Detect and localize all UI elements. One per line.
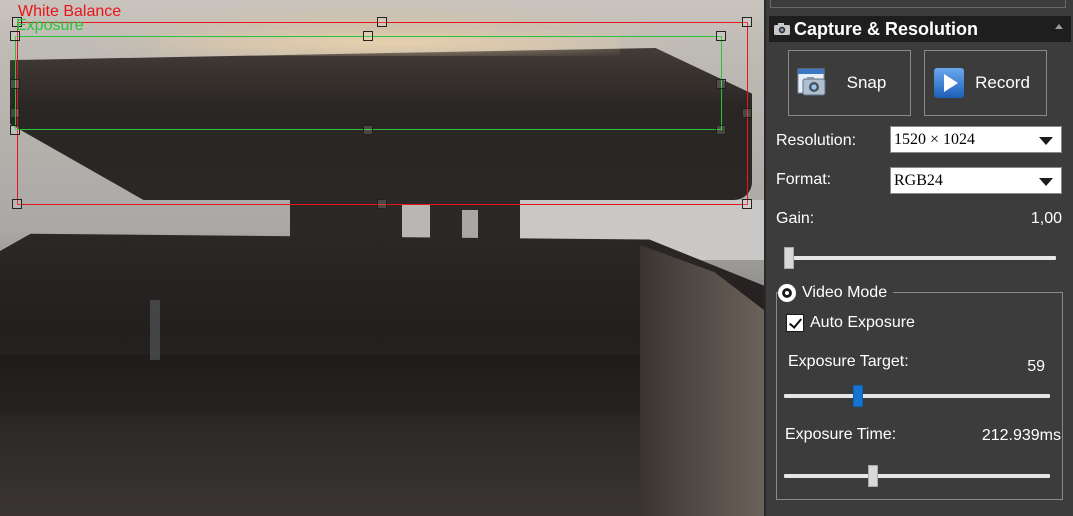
resolution-value: 1520 × 1024 [894, 130, 976, 148]
auto-exposure-option[interactable]: Auto Exposure [786, 312, 915, 334]
object-top-block [10, 48, 752, 200]
exposure-time-slider-thumb[interactable] [868, 465, 879, 487]
roi-resize-handle[interactable] [12, 199, 22, 209]
exposure-target-value: 59 [1027, 358, 1045, 375]
object-base-ledge [0, 355, 740, 415]
object-detail [150, 300, 160, 360]
snap-photo-icon [797, 68, 826, 96]
resolution-label: Resolution: [776, 132, 857, 149]
section-title: Capture & Resolution [794, 18, 979, 39]
gain-label: Gain: [776, 210, 815, 227]
roi-resize-handle[interactable] [12, 17, 22, 27]
white-balance-roi-label: White Balance [18, 3, 122, 20]
resolution-select[interactable]: 1520 × 1024 [890, 126, 1062, 153]
gain-value: 1,00 [1030, 210, 1062, 227]
roi-resize-handle[interactable] [716, 31, 726, 41]
video-mode-radio[interactable] [778, 284, 796, 302]
exposure-time-value: 212.939ms [981, 427, 1061, 444]
exposure-roi-label: Exposure [16, 17, 84, 34]
camera-preview[interactable]: White Balance Exposure [0, 0, 764, 516]
control-panel: Capture & Resolution Snap Record Resolut… [764, 0, 1073, 516]
capture-resolution-section-header[interactable]: Capture & Resolution [769, 16, 1071, 42]
previous-section-footer [770, 0, 1066, 8]
chevron-down-icon[interactable] [1039, 178, 1053, 186]
format-select[interactable]: RGB24 [890, 167, 1062, 194]
exposure-target-label: Exposure Target: [788, 353, 909, 370]
video-mode-label: Video Mode [802, 284, 888, 301]
snap-button-label: Snap [846, 73, 887, 92]
exposure-target-slider-track[interactable] [784, 394, 1050, 398]
snap-button[interactable]: Snap [788, 50, 911, 116]
object-gap [462, 210, 478, 240]
roi-resize-handle[interactable] [377, 17, 387, 27]
format-label: Format: [776, 171, 832, 188]
record-button[interactable]: Record [924, 50, 1047, 116]
roi-resize-handle[interactable] [742, 17, 752, 27]
video-mode-option[interactable]: Video Mode [778, 284, 894, 302]
chevron-down-icon[interactable] [1039, 137, 1053, 145]
camera-icon [774, 23, 790, 35]
object-highlight [160, 30, 620, 56]
exposure-time-slider-track[interactable] [784, 474, 1050, 478]
play-icon [934, 68, 964, 98]
gain-slider-thumb[interactable] [784, 247, 794, 269]
format-value: RGB24 [894, 171, 943, 189]
exposure-time-label: Exposure Time: [785, 426, 897, 443]
record-button-label: Record [975, 73, 1030, 92]
auto-exposure-label: Auto Exposure [810, 314, 915, 331]
roi-resize-handle[interactable] [10, 31, 20, 41]
collapse-icon[interactable] [1055, 24, 1063, 29]
auto-exposure-checkbox[interactable] [786, 314, 804, 332]
exposure-target-slider-thumb[interactable] [853, 385, 864, 407]
gain-slider-track[interactable] [784, 256, 1056, 260]
